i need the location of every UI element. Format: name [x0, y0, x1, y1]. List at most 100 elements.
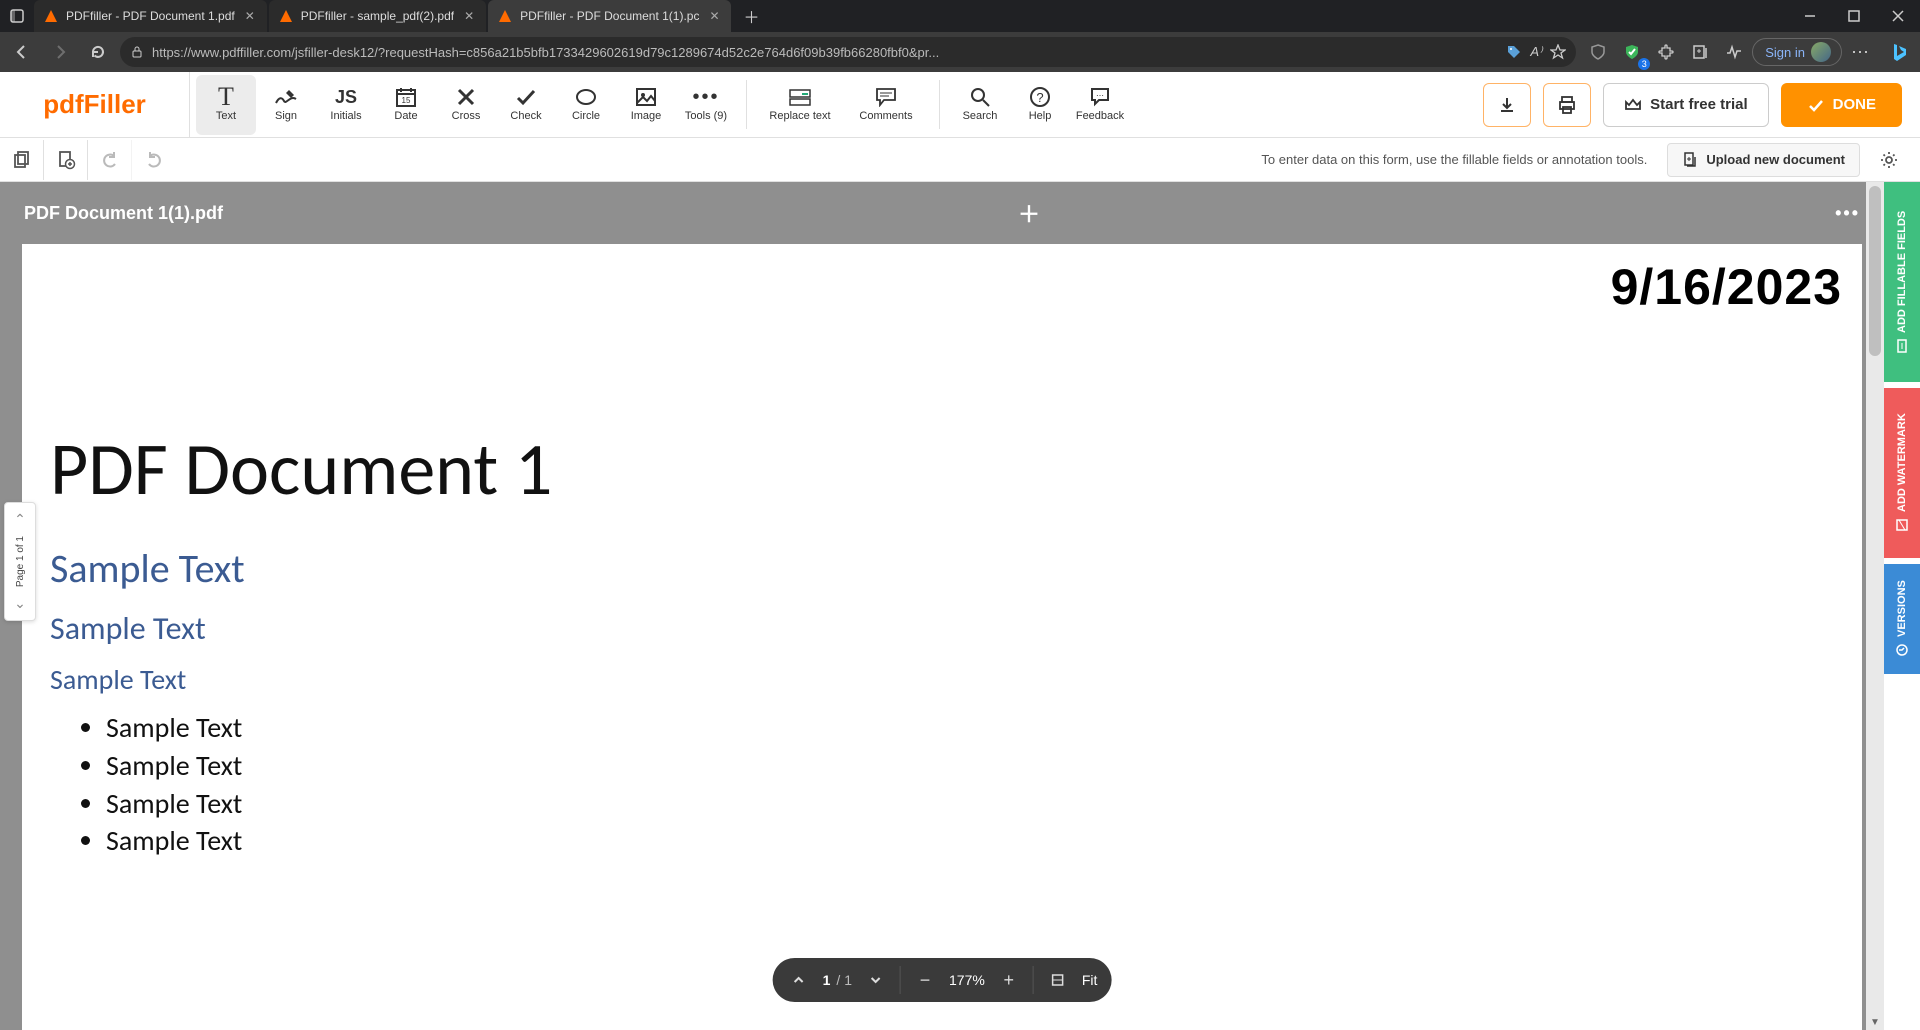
- svg-text:15: 15: [402, 96, 411, 105]
- zoom-out-button[interactable]: −: [913, 968, 937, 992]
- versions-tab[interactable]: VERSIONS: [1884, 564, 1920, 674]
- tab-title: PDFfiller - PDF Document 1(1).pc: [520, 9, 699, 23]
- start-trial-button[interactable]: Start free trial: [1603, 83, 1769, 127]
- list-item: Sample Text: [106, 747, 1834, 785]
- settings-button[interactable]: [1872, 143, 1906, 177]
- new-tab-button[interactable]: ＋: [737, 2, 765, 30]
- more-icon: •••: [692, 86, 719, 108]
- heading-3: Sample Text: [50, 609, 1834, 648]
- browser-tab[interactable]: PDFfiller - PDF Document 1(1).pc ✕: [488, 0, 731, 32]
- undo-button[interactable]: [88, 140, 132, 180]
- doc-menu-icon[interactable]: •••: [1835, 203, 1860, 224]
- heading-2: Sample Text: [50, 544, 1834, 593]
- bing-icon[interactable]: [1884, 37, 1914, 67]
- back-button[interactable]: [6, 36, 38, 68]
- shopping-tag-icon[interactable]: [1506, 44, 1522, 60]
- close-icon[interactable]: ✕: [462, 9, 476, 23]
- circle-tool[interactable]: Circle: [556, 75, 616, 135]
- add-watermark-tab[interactable]: ADD WATERMARK: [1884, 388, 1920, 558]
- read-aloud-icon[interactable]: A⁾: [1530, 44, 1542, 60]
- list-item: Sample Text: [106, 822, 1834, 860]
- page-down-button[interactable]: ⌄: [14, 593, 26, 614]
- tab-title: PDFfiller - sample_pdf(2).pdf: [301, 9, 454, 23]
- close-icon[interactable]: ✕: [243, 9, 257, 23]
- pages-panel-button[interactable]: [0, 140, 44, 180]
- help-tool[interactable]: ?Help: [1010, 75, 1070, 135]
- page-nav: ⌃ Page 1 of 1 ⌄: [4, 502, 36, 621]
- trial-label: Start free trial: [1650, 96, 1748, 113]
- refresh-button[interactable]: [82, 36, 114, 68]
- list-item: Sample Text: [106, 785, 1834, 823]
- initials-tool[interactable]: JSInitials: [316, 75, 376, 135]
- search-icon: [969, 86, 991, 108]
- sign-icon: [274, 86, 298, 108]
- more-tools[interactable]: •••Tools (9): [676, 75, 736, 135]
- tab-overview-button[interactable]: [0, 0, 34, 32]
- scroll-thumb[interactable]: [1869, 186, 1881, 356]
- download-button[interactable]: [1483, 83, 1531, 127]
- current-page[interactable]: 1: [823, 972, 831, 988]
- menu-icon[interactable]: ⋯: [1844, 36, 1876, 68]
- add-fillable-fields-tab[interactable]: ADD FILLABLE FIELDS: [1884, 182, 1920, 382]
- close-window-button[interactable]: [1876, 0, 1920, 32]
- sign-tool[interactable]: Sign: [256, 75, 316, 135]
- prev-page-button[interactable]: [787, 968, 811, 992]
- print-button[interactable]: [1543, 83, 1591, 127]
- comment-icon: [875, 86, 897, 108]
- cross-icon: [456, 86, 476, 108]
- search-tool[interactable]: Search: [950, 75, 1010, 135]
- sign-in-label: Sign in: [1765, 45, 1805, 60]
- page-canvas[interactable]: 9/16/2023 PDF Document 1 Sample Text Sam…: [22, 244, 1862, 1030]
- page-up-button[interactable]: ⌃: [14, 509, 26, 530]
- initials-icon: JS: [335, 86, 357, 108]
- close-icon[interactable]: ✕: [707, 9, 721, 23]
- check-tool[interactable]: Check: [496, 75, 556, 135]
- performance-icon[interactable]: [1718, 36, 1750, 68]
- collections-icon[interactable]: [1684, 36, 1716, 68]
- total-pages: / 1: [836, 972, 852, 988]
- done-button[interactable]: DONE: [1781, 83, 1902, 127]
- calendar-icon: 15: [395, 86, 417, 108]
- redo-button[interactable]: [132, 140, 176, 180]
- tracking-shield-icon[interactable]: [1582, 36, 1614, 68]
- document-file-name: PDF Document 1(1).pdf: [24, 203, 223, 224]
- upload-document-button[interactable]: Upload new document: [1667, 143, 1860, 177]
- browser-tab[interactable]: PDFfiller - PDF Document 1.pdf ✕: [34, 0, 267, 32]
- date-tool[interactable]: 15Date: [376, 75, 436, 135]
- extensions-icon[interactable]: [1650, 36, 1682, 68]
- add-page-button[interactable]: [44, 140, 88, 180]
- vertical-scrollbar[interactable]: ▲ ▼: [1866, 182, 1884, 1030]
- fit-icon[interactable]: [1046, 968, 1070, 992]
- replace-text-tool[interactable]: Replace text: [757, 75, 843, 135]
- page-controls: 1 / 1 − 177% + Fit: [773, 958, 1112, 1002]
- avatar: [1811, 42, 1831, 62]
- cross-tool[interactable]: Cross: [436, 75, 496, 135]
- text-tool[interactable]: TText: [196, 75, 256, 135]
- address-bar[interactable]: https://www.pdffiller.com/jsfiller-desk1…: [120, 37, 1576, 67]
- maximize-button[interactable]: [1832, 0, 1876, 32]
- zoom-in-button[interactable]: +: [997, 968, 1021, 992]
- heading-4: Sample Text: [50, 662, 1834, 697]
- fit-label[interactable]: Fit: [1082, 972, 1098, 988]
- zoom-level: 177%: [949, 972, 985, 988]
- list-item: Sample Text: [106, 709, 1834, 747]
- logo[interactable]: pdfFiller: [0, 72, 190, 137]
- sign-in-button[interactable]: Sign in: [1752, 38, 1842, 66]
- scroll-down-icon[interactable]: ▼: [1866, 1014, 1884, 1030]
- favorite-icon[interactable]: [1550, 44, 1566, 60]
- logo-text: pdfFiller: [43, 89, 146, 120]
- minimize-button[interactable]: [1788, 0, 1832, 32]
- next-page-button[interactable]: [864, 968, 888, 992]
- adblock-shield-icon[interactable]: [1616, 36, 1648, 68]
- add-tab-icon[interactable]: ＋: [1018, 197, 1040, 229]
- browser-tab[interactable]: PDFfiller - sample_pdf(2).pdf ✕: [269, 0, 486, 32]
- crown-icon: [1624, 97, 1642, 113]
- feedback-tool[interactable]: ⋯Feedback: [1070, 75, 1130, 135]
- feedback-icon: ⋯: [1089, 86, 1111, 108]
- image-icon: [635, 86, 657, 108]
- watermark-tab-label: ADD WATERMARK: [1896, 414, 1908, 513]
- image-tool[interactable]: Image: [616, 75, 676, 135]
- versions-tab-label: VERSIONS: [1896, 581, 1908, 638]
- svg-text:?: ?: [1036, 90, 1043, 105]
- comments-tool[interactable]: Comments: [843, 75, 929, 135]
